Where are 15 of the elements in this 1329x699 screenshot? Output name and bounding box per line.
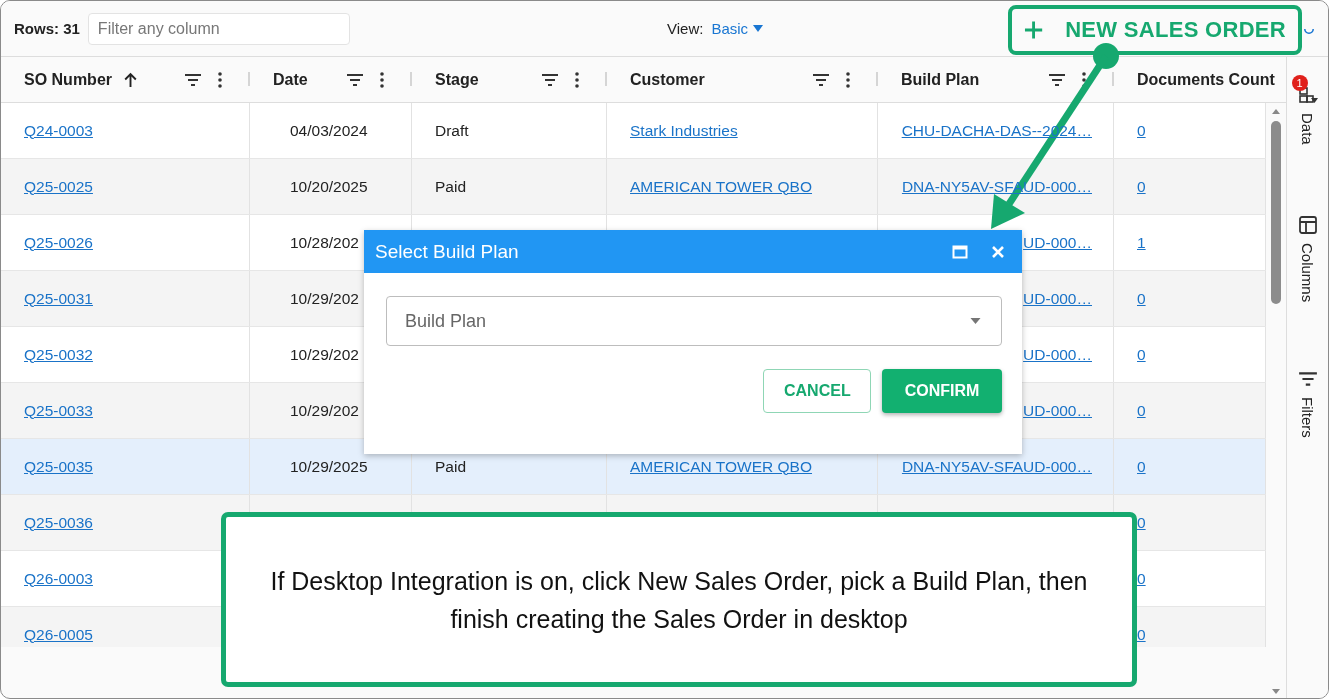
table-cell: Paid: [435, 457, 467, 476]
instruction-tooltip: If Desktop Integration is on, click New Sales Order, pick a Build Plan, then finish creating the Sales Order in desktop: [221, 512, 1137, 687]
dialog-title: Select Build Plan: [375, 240, 520, 263]
row-count: Rows: 31: [14, 20, 80, 37]
table-cell: 04/03/2024: [290, 121, 368, 140]
table-cell: 10/29/202: [290, 289, 359, 308]
table-cell: 10/29/202: [290, 401, 359, 420]
view-label: View:: [667, 20, 704, 37]
table-cell: Draft: [435, 121, 469, 140]
table-cell: 10/28/202: [290, 233, 359, 252]
table-cell: 10/29/2025: [290, 457, 368, 476]
table-cell: Paid: [435, 177, 467, 196]
table-cell: 10/20/2025: [290, 177, 368, 196]
notification-badge: 1: [1291, 75, 1308, 91]
table-cell: 10/29/202: [290, 345, 359, 364]
